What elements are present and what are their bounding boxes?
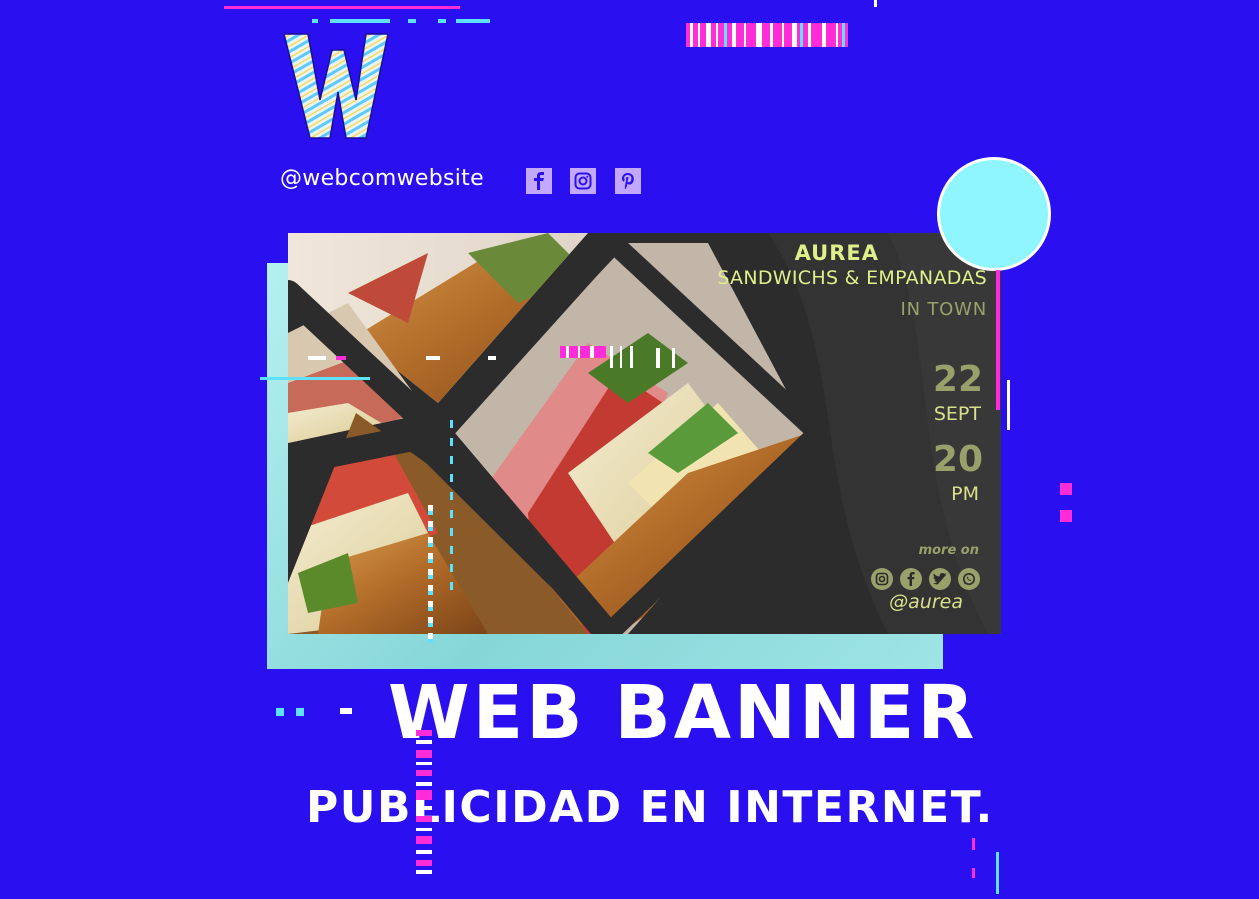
event-period: PM: [951, 483, 979, 505]
brand-logo: [284, 33, 388, 139]
glitch-dot: [296, 708, 304, 716]
glitch-stripes: [560, 346, 675, 368]
more-on-label: more on: [918, 543, 979, 558]
glitch-line: [308, 356, 326, 360]
banner-brand: AUREA: [794, 241, 879, 265]
event-hour: 20: [932, 439, 983, 480]
event-day: 22: [932, 359, 983, 400]
social-handle: @webcomwebsite: [280, 166, 484, 191]
glitch-line: [488, 356, 496, 360]
facebook-icon: [534, 172, 544, 190]
glitch-stripes: [686, 23, 848, 47]
pinterest-icon: [622, 173, 634, 189]
glitch-line: [1060, 483, 1072, 495]
glitch-line: [450, 420, 453, 600]
instagram-icon: [574, 172, 592, 190]
event-month: SEPT: [933, 403, 981, 425]
banner-instagram-icon: [871, 568, 893, 590]
instagram-link[interactable]: [570, 168, 596, 194]
glitch-line: [1060, 510, 1072, 522]
glitch-line: [972, 838, 975, 850]
glitch-line: [456, 19, 490, 23]
banner-facebook-icon: [900, 568, 922, 590]
glitch-line: [874, 0, 877, 7]
banner-twitter-icon: [929, 568, 951, 590]
decorative-circle: [937, 157, 1051, 271]
glitch-line: [428, 505, 433, 645]
glitch-line: [260, 377, 370, 380]
glitch-line: [996, 270, 1000, 410]
glitch-line: [330, 19, 390, 23]
banner-handle: @aurea: [889, 591, 963, 613]
banner-whatsapp-icon: [958, 568, 980, 590]
headline-title: WEB BANNER: [388, 670, 978, 756]
glitch-dot: [276, 708, 284, 716]
pinterest-link[interactable]: [615, 168, 641, 194]
glitch-line: [1007, 380, 1010, 430]
banner-subtitle: SANDWICHS & EMPANADAS: [717, 267, 987, 289]
glitch-stripes: [416, 730, 432, 874]
web-banner: AUREA SANDWICHS & EMPANADAS IN TOWN 22 S…: [288, 233, 1001, 634]
glitch-line: [972, 868, 975, 878]
glitch-line: [438, 19, 446, 23]
glitch-line: [312, 19, 318, 23]
glitch-line: [336, 356, 346, 360]
sandwich-photo: [288, 233, 1001, 634]
glitch-line: [426, 356, 440, 360]
headline-subtitle: PUBLICIDAD EN INTERNET.: [306, 782, 994, 833]
banner-tagline: IN TOWN: [900, 299, 987, 320]
glitch-line: [996, 852, 999, 894]
glitch-line: [224, 6, 460, 9]
facebook-link[interactable]: [526, 168, 552, 194]
glitch-line: [408, 19, 416, 23]
glitch-dot: [340, 708, 352, 714]
